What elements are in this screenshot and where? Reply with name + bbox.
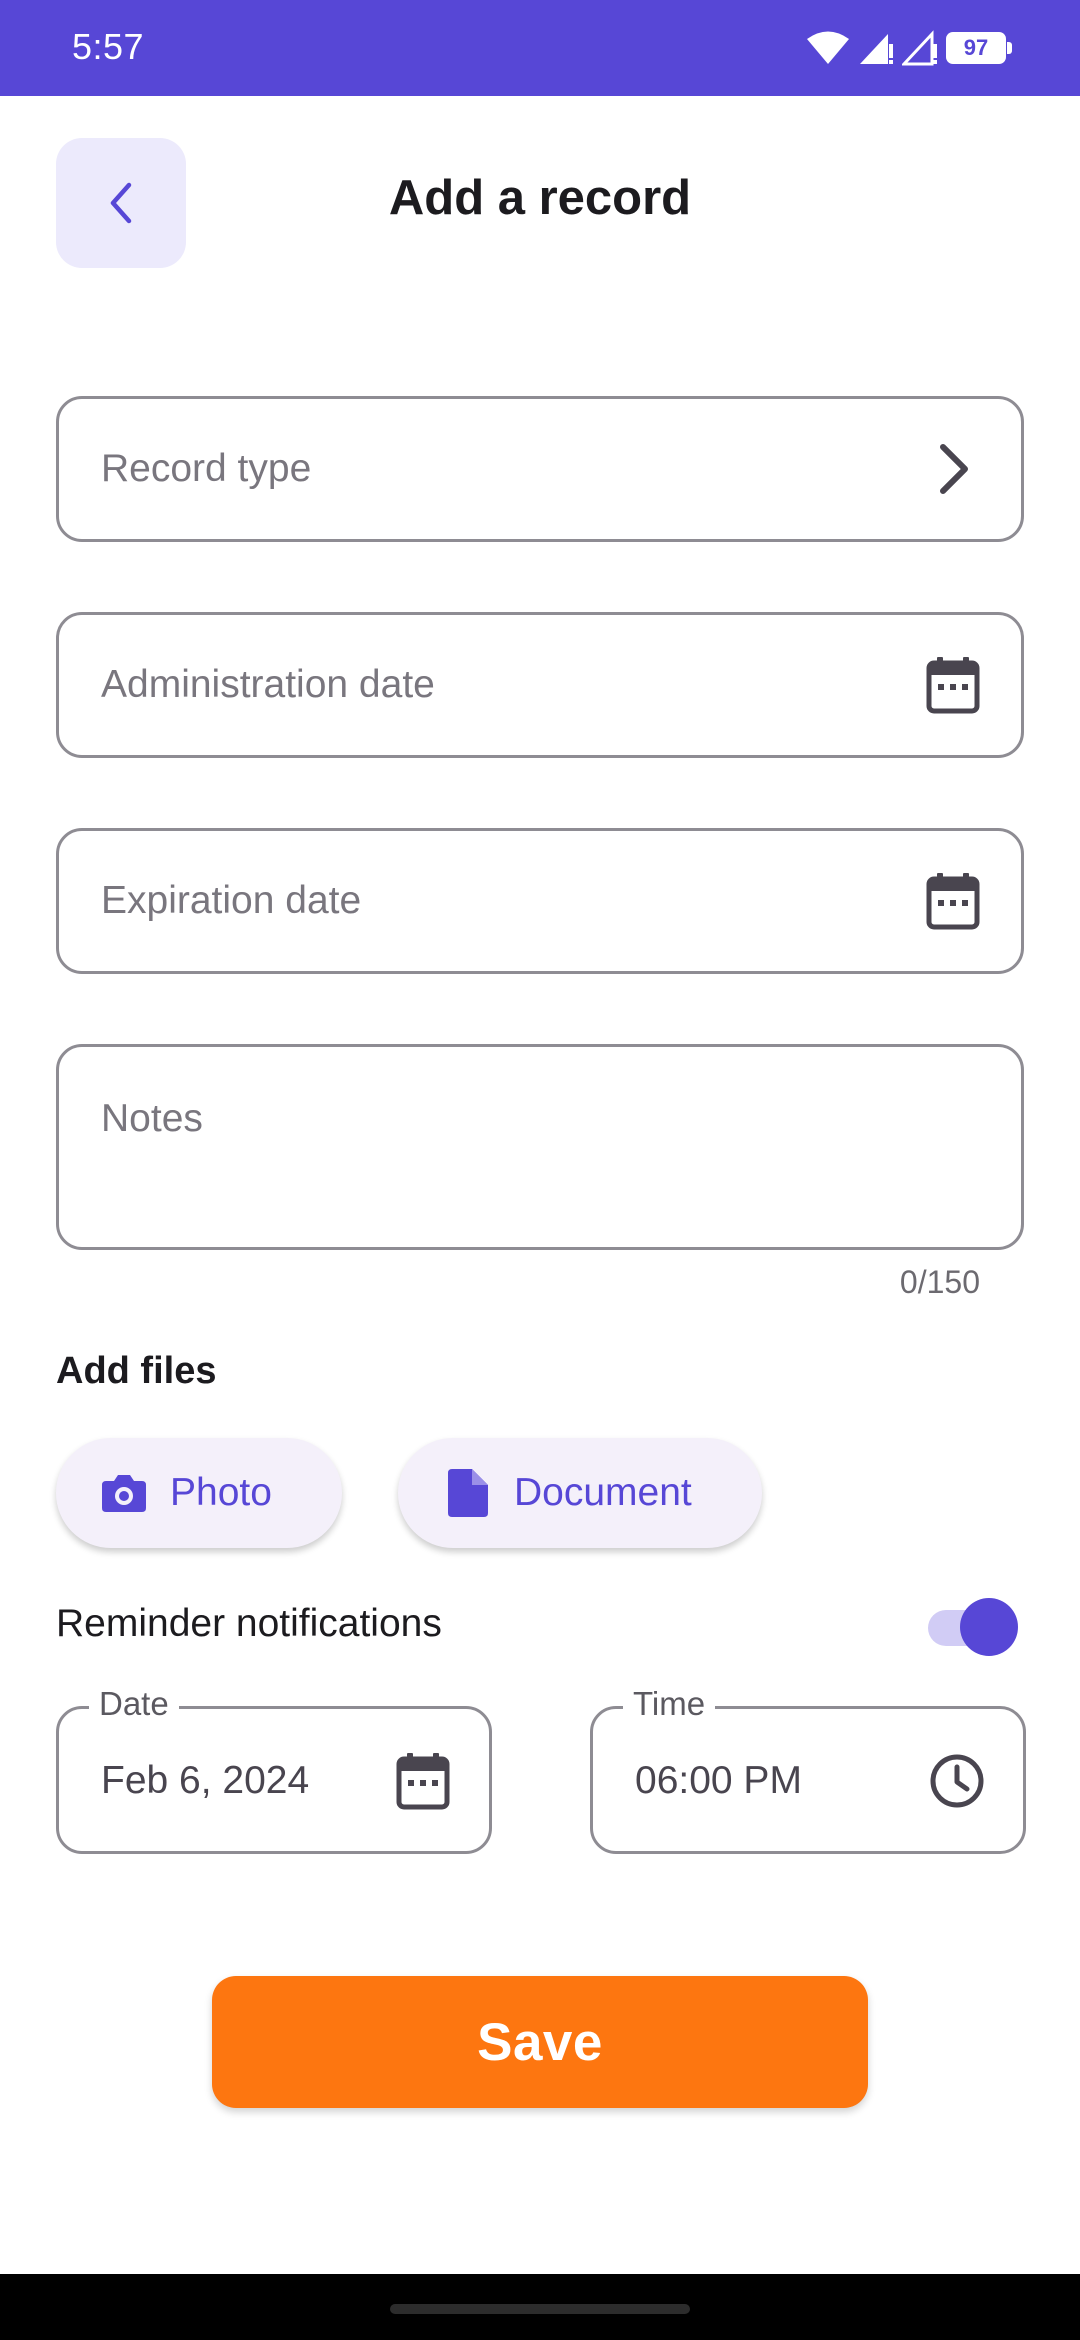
expiration-date-field[interactable]: Expiration date <box>56 828 1024 974</box>
reminder-time-value: 06:00 PM <box>635 1759 802 1802</box>
administration-date-placeholder: Administration date <box>101 663 435 706</box>
page-title: Add a record <box>388 171 692 225</box>
reminder-notifications-label: Reminder notifications <box>56 1602 442 1645</box>
chevron-right-icon <box>925 441 981 497</box>
reminder-notifications-toggle[interactable] <box>928 1598 1018 1656</box>
notes-character-counter: 0/150 <box>899 1264 980 1300</box>
administration-date-field[interactable]: Administration date <box>56 612 1024 758</box>
reminder-date-field[interactable]: Date Feb 6, 2024 <box>56 1685 492 1854</box>
reminder-date-legend: Date <box>89 1685 179 1723</box>
document-button-label: Document <box>514 1471 692 1514</box>
save-button[interactable]: Save <box>212 1976 868 2108</box>
notes-field[interactable]: Notes <box>56 1044 1024 1250</box>
clock-icon[interactable] <box>929 1753 985 1809</box>
battery-icon: 97 <box>946 32 1012 64</box>
add-files-label: Add files <box>56 1350 217 1392</box>
wifi-icon <box>807 31 849 64</box>
photo-button-label: Photo <box>170 1471 272 1514</box>
calendar-icon[interactable] <box>925 873 981 930</box>
reminder-time-field[interactable]: Time 06:00 PM <box>590 1685 1026 1854</box>
notes-placeholder: Notes <box>101 1097 203 1140</box>
calendar-icon[interactable] <box>925 657 981 714</box>
record-type-field[interactable]: Record type <box>56 396 1024 542</box>
document-icon <box>444 1469 492 1517</box>
reminder-date-value: Feb 6, 2024 <box>101 1759 310 1802</box>
reminder-time-legend: Time <box>623 1685 716 1723</box>
signal-icon <box>860 34 893 64</box>
record-type-placeholder: Record type <box>101 447 312 490</box>
battery-level: 97 <box>946 32 1006 64</box>
status-icons: 97 <box>806 30 1012 66</box>
document-button[interactable]: Document <box>398 1438 762 1548</box>
status-time: 5:57 <box>72 26 145 67</box>
photo-button[interactable]: Photo <box>56 1438 342 1548</box>
home-gesture-handle[interactable] <box>390 2304 690 2314</box>
camera-icon <box>100 1469 148 1517</box>
calendar-icon[interactable] <box>395 1753 451 1810</box>
signal-icon <box>902 30 937 66</box>
status-bar: 5:57 97 <box>0 0 1080 96</box>
expiration-date-placeholder: Expiration date <box>101 879 362 922</box>
